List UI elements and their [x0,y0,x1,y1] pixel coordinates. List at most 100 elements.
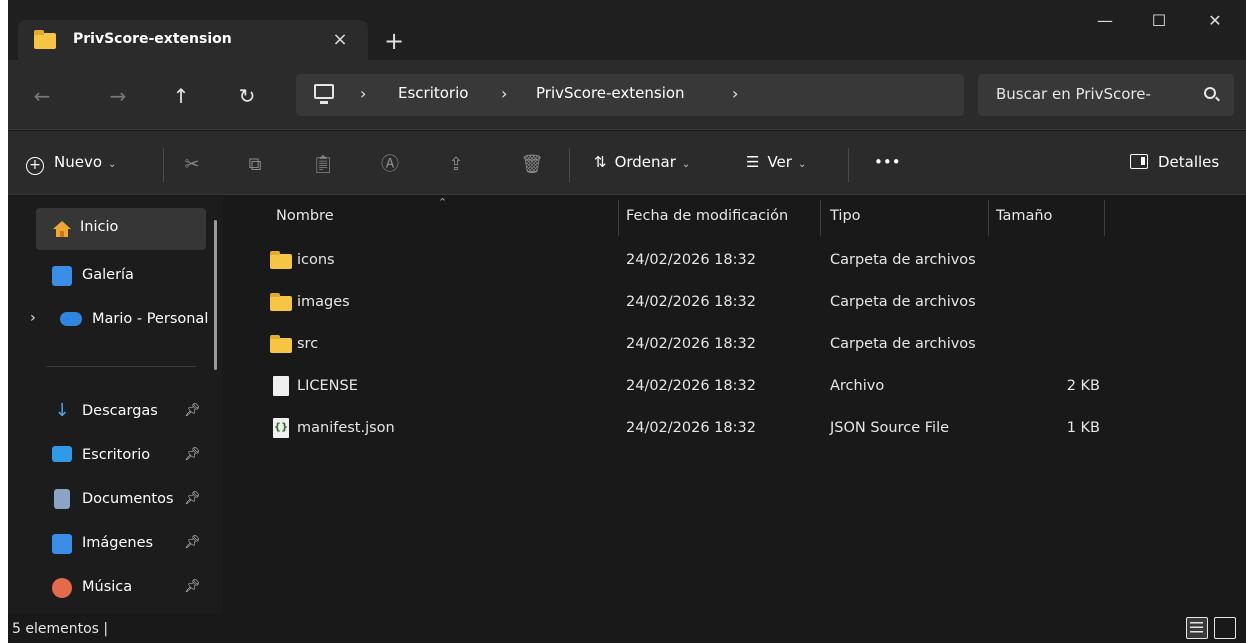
folder-icon [270,251,292,269]
chevron-right-icon[interactable]: › [501,84,507,103]
breadcrumb-item-escritorio[interactable]: Escritorio [398,84,468,102]
plus-icon: + [26,157,44,175]
sidebar-divider [46,366,196,367]
file-modified: 24/02/2026 18:32 [626,294,756,310]
chevron-right-icon[interactable]: › [732,84,738,103]
file-name: LICENSE [297,378,358,394]
large-icons-view-button[interactable] [1214,617,1236,639]
column-header-size[interactable]: Tamaño [996,208,1052,224]
file-modified: 24/02/2026 18:32 [626,336,756,352]
chevron-right-icon[interactable]: › [30,310,36,326]
sort-icon: ⇅ [594,153,607,171]
details-pane-icon [1130,154,1148,169]
file-size: 1 KB [1066,420,1100,436]
sidebar-item-documentos[interactable]: Documentos 📌︎ [34,484,209,520]
list-view-icon [1190,622,1203,633]
forward-button[interactable]: → [104,82,132,110]
status-bar: 5 elementos | [8,613,1246,643]
json-file-icon: {} [273,418,289,438]
view-list-icon: ☰ [746,153,760,171]
sort-ascending-icon: ⌃ [438,196,448,209]
file-type: Archivo [830,378,885,394]
file-name: manifest.json [297,420,395,436]
pin-icon[interactable]: 📌︎ [184,491,201,506]
home-icon [52,219,72,239]
file-row-manifest-json[interactable]: {} manifest.json 24/02/2026 18:32 JSON S… [264,410,1144,450]
sidebar-item-label: Documentos [82,491,174,507]
pin-icon[interactable]: 📌︎ [184,535,201,550]
copy-icon[interactable]: ⧉ [243,153,267,177]
new-button[interactable]: + Nuevo ⌄ [26,153,116,177]
close-window-button[interactable]: ✕ [1192,6,1238,36]
column-divider[interactable] [820,200,821,236]
desktop-icon [52,446,72,462]
rename-icon[interactable]: Ⓐ [378,153,402,177]
details-view-button[interactable] [1186,617,1208,639]
music-icon [52,578,72,598]
details-button[interactable]: Detalles [1130,153,1219,177]
search-icon [1204,87,1216,99]
file-icon [273,376,289,396]
column-divider[interactable] [988,200,989,236]
refresh-button[interactable]: ↻ [233,82,261,110]
column-header-name[interactable]: Nombre [276,208,334,224]
paste-icon[interactable]: 📋︎ [311,153,335,177]
column-header-modified[interactable]: Fecha de modificación [626,208,788,224]
column-divider[interactable] [618,200,619,236]
file-modified: 24/02/2026 18:32 [626,378,756,394]
column-divider[interactable] [1104,200,1105,236]
cut-icon[interactable]: ✂ [180,153,204,177]
share-icon[interactable]: ⇪ [444,153,468,177]
more-options-button[interactable]: ••• [874,153,901,177]
up-button[interactable]: ↑ [167,82,195,110]
pin-icon[interactable]: 📌︎ [184,579,201,594]
view-button-label: Ver [767,153,792,171]
chevron-right-icon[interactable]: › [360,84,366,103]
maximize-button[interactable]: ☐ [1136,6,1182,36]
sidebar-item-musica[interactable]: Música 📌︎ [34,572,209,608]
new-button-label: Nuevo [54,153,103,171]
chevron-down-icon: ⌄ [108,159,117,170]
file-type: Carpeta de archivos [830,252,976,268]
file-size: 2 KB [1066,378,1100,394]
file-row-license[interactable]: LICENSE 24/02/2026 18:32 Archivo 2 KB [264,368,1144,408]
sidebar-item-descargas[interactable]: ↓ Descargas 📌︎ [34,396,209,432]
new-tab-button[interactable]: + [381,28,407,54]
pin-icon[interactable]: 📌︎ [184,403,201,418]
breadcrumb-item-privscore-extension[interactable]: PrivScore-extension [536,84,685,102]
file-row-icons[interactable]: icons 24/02/2026 18:32 Carpeta de archiv… [264,242,1144,282]
file-type: Carpeta de archivos [830,336,976,352]
address-bar[interactable]: › Escritorio › PrivScore-extension › [296,74,964,116]
delete-icon[interactable]: 🗑︎ [520,153,544,177]
search-input[interactable]: Buscar en PrivScore- [996,85,1151,103]
sidebar-scrollbar[interactable] [214,220,217,370]
sort-button[interactable]: ⇅ Ordenar ⌄ [594,153,690,177]
sidebar-item-escritorio[interactable]: Escritorio 📌︎ [34,440,209,476]
view-button[interactable]: ☰ Ver ⌄ [746,153,806,177]
sidebar-item-inicio[interactable]: Inicio [36,208,206,250]
close-tab-button[interactable]: × [328,28,352,52]
back-button[interactable]: ← [28,82,56,110]
divider [848,148,849,182]
sidebar-item-mario-personal[interactable]: › Mario - Personal [8,304,218,340]
column-header-type[interactable]: Tipo [830,208,861,224]
search-box[interactable]: Buscar en PrivScore- [978,74,1234,116]
navigation-pane: Inicio Galería › Mario - Personal ↓ Desc… [8,196,223,613]
sidebar-item-galeria[interactable]: Galería [34,260,209,296]
file-type: Carpeta de archivos [830,294,976,310]
file-row-images[interactable]: images 24/02/2026 18:32 Carpeta de archi… [264,284,1144,324]
sidebar-item-imagenes[interactable]: Imágenes 📌︎ [34,528,209,564]
pin-icon[interactable]: 📌︎ [184,447,201,462]
file-row-src[interactable]: src 24/02/2026 18:32 Carpeta de archivos [264,326,1144,366]
tab-privscore-extension[interactable]: PrivScore-extension × [18,20,368,60]
file-name: src [297,336,319,352]
gallery-icon [52,266,72,286]
sidebar-item-label: Inicio [80,219,119,235]
documents-icon [54,489,70,509]
details-button-label: Detalles [1158,153,1220,171]
pictures-icon [52,534,72,554]
file-modified: 24/02/2026 18:32 [626,420,756,436]
command-bar: + Nuevo ⌄ ✂ ⧉ 📋︎ Ⓐ ⇪ 🗑︎ ⇅ Ordenar ⌄ ☰ Ver ⌄ ••… [8,131,1246,195]
chevron-down-icon: ⌄ [797,159,807,170]
minimize-button[interactable]: — [1082,6,1128,36]
